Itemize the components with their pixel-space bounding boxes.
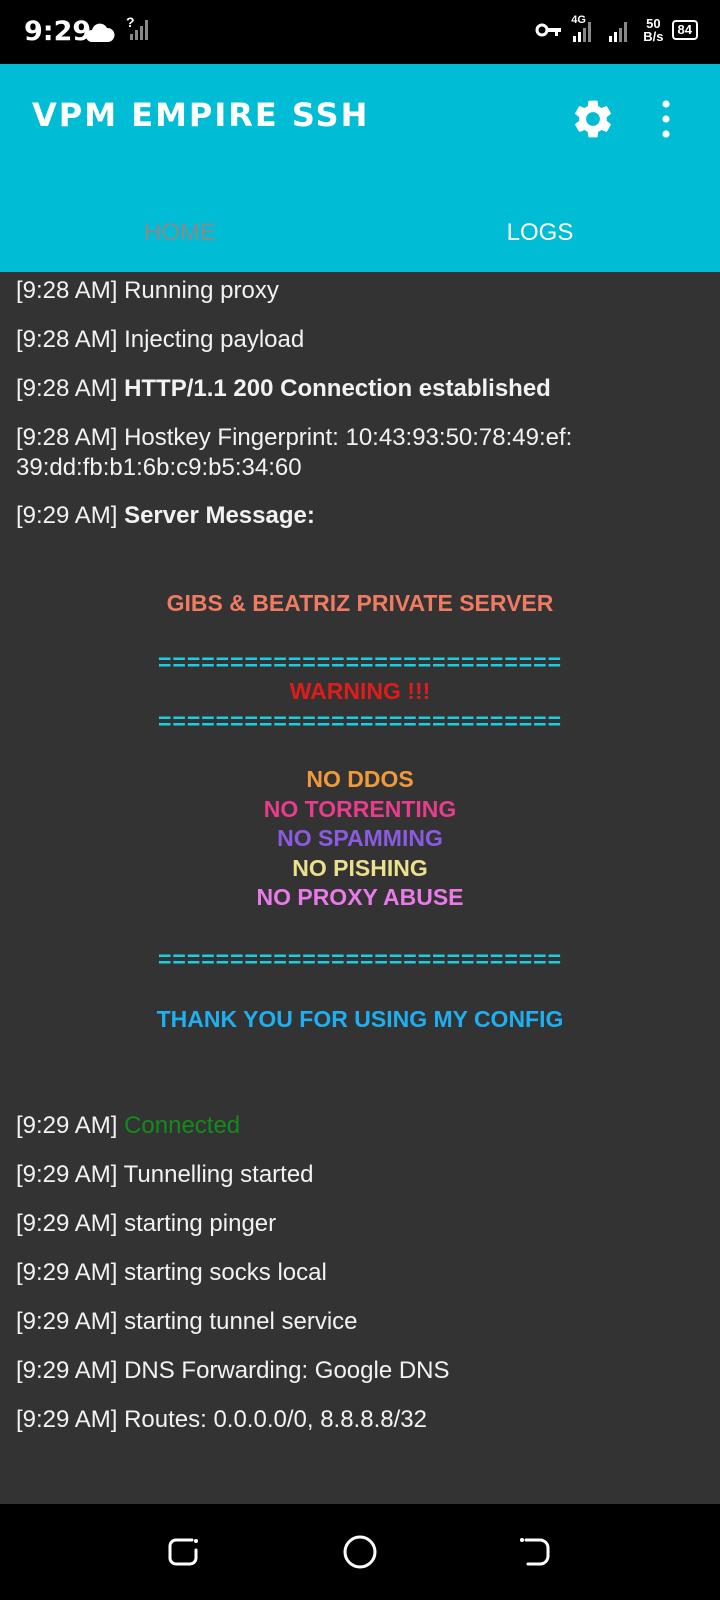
log-text: Routes: 0.0.0.0/0, 8.8.8.8/32 xyxy=(124,1406,427,1433)
overflow-menu-button[interactable] xyxy=(656,96,676,142)
log-timestamp: [9:28 AM] xyxy=(16,277,118,304)
log-text: DNS Forwarding: Google DNS xyxy=(124,1357,450,1384)
status-bar: 9:29 ? 4G 50 B/s 84 xyxy=(0,0,720,64)
rule-item: NO PROXY ABUSE xyxy=(256,884,464,910)
battery-indicator: 84 xyxy=(671,20,698,40)
log-text: Injecting payload xyxy=(124,326,305,353)
log-text: Running proxy xyxy=(124,277,279,304)
log-line: [9:29 AM] Server Message: xyxy=(16,501,706,531)
log-text-bold: HTTP/1.1 200 Connection established xyxy=(124,375,551,402)
recents-icon xyxy=(168,1538,198,1566)
gear-icon xyxy=(575,100,611,138)
home-button[interactable] xyxy=(340,1532,380,1572)
signal-icon xyxy=(609,22,628,42)
log-text: Hostkey Fingerprint: 10:43:93:50:78:49:e… xyxy=(124,424,573,451)
more-vert-icon xyxy=(662,100,670,138)
log-line: [9:28 AM] Hostkey Fingerprint: 10:43:93:… xyxy=(16,423,706,483)
thanks-text: THANK YOU FOR USING MY CONFIG xyxy=(156,1006,564,1032)
no-signal-icon: ? xyxy=(126,14,152,42)
log-timestamp: [9:28 AM] xyxy=(16,326,118,353)
tab-logs[interactable]: LOGS xyxy=(360,194,720,272)
log-timestamp: [9:29 AM] xyxy=(16,502,118,529)
log-line: [9:28 AM] HTTP/1.1 200 Connection establ… xyxy=(16,374,706,404)
cloud-icon xyxy=(86,23,115,42)
app-bar: VPM EMPIRE SSH HOME LOGS xyxy=(0,64,720,272)
rule-item: NO TORRENTING xyxy=(263,796,457,822)
status-right: 4G 50 B/s 84 xyxy=(535,14,698,44)
recents-button[interactable] xyxy=(164,1532,204,1572)
status-time: 9:29 xyxy=(24,16,92,47)
net-speed-unit: B/s xyxy=(643,29,664,44)
log-timestamp: [9:29 AM] xyxy=(16,1259,118,1286)
log-timestamp: [9:29 AM] xyxy=(16,1161,118,1188)
log-line: [9:29 AM] starting tunnel service xyxy=(16,1307,706,1337)
log-timestamp: [9:29 AM] xyxy=(16,1357,118,1384)
tab-home[interactable]: HOME xyxy=(0,194,360,272)
log-timestamp: [9:29 AM] xyxy=(16,1210,118,1237)
back-icon xyxy=(520,1538,550,1566)
log-text-continuation: 39:dd:fb:b1:6b:c9:b5:34:60 xyxy=(16,454,302,481)
settings-button[interactable] xyxy=(570,96,616,142)
net-speed: 50 B/s xyxy=(643,17,663,43)
log-text: starting socks local xyxy=(124,1259,327,1286)
log-line: [9:29 AM] DNS Forwarding: Google DNS xyxy=(16,1356,706,1386)
log-line: [9:29 AM] Tunnelling started xyxy=(16,1160,706,1190)
separator: ============================ xyxy=(157,708,563,734)
log-line: [9:29 AM] Connected xyxy=(16,1111,706,1141)
signal-4g-icon: 4G xyxy=(571,14,599,44)
log-text: Tunnelling started xyxy=(123,1161,314,1188)
log-timestamp: [9:29 AM] xyxy=(16,1112,118,1139)
connected-status: Connected xyxy=(124,1112,241,1139)
log-line: [9:29 AM] starting pinger xyxy=(16,1209,706,1239)
log-timestamp: [9:28 AM] xyxy=(16,375,118,402)
log-timestamp: [9:28 AM] xyxy=(16,424,118,451)
warning-text: WARNING !!! xyxy=(289,678,431,704)
app-title: VPM EMPIRE SSH xyxy=(32,96,370,134)
separator: ============================ xyxy=(157,649,563,675)
log-text: starting pinger xyxy=(124,1210,277,1237)
log-line: [9:29 AM] starting socks local xyxy=(16,1258,706,1288)
log-list[interactable]: [9:28 AM] Running proxy [9:28 AM] Inject… xyxy=(0,272,720,1504)
vpn-key-icon xyxy=(535,23,562,37)
battery-level: 84 xyxy=(677,22,692,37)
separator: ============================ xyxy=(157,946,563,972)
log-line: [9:29 AM] Routes: 0.0.0.0/0, 8.8.8.8/32 xyxy=(16,1405,706,1435)
log-text: starting tunnel service xyxy=(124,1308,358,1335)
back-button[interactable] xyxy=(516,1532,556,1572)
log-line: [9:28 AM] Injecting payload xyxy=(16,325,706,355)
tab-bar: HOME LOGS xyxy=(0,194,720,272)
log-timestamp: [9:29 AM] xyxy=(16,1406,118,1433)
log-text-bold: Server Message: xyxy=(124,502,315,529)
rule-item: NO SPAMMING xyxy=(277,825,443,851)
log-line: [9:28 AM] Running proxy xyxy=(16,276,706,306)
rule-item: NO DDOS xyxy=(306,766,414,792)
home-circle-icon xyxy=(343,1535,377,1569)
log-timestamp: [9:29 AM] xyxy=(16,1308,118,1335)
server-message-title: GIBS & BEATRIZ PRIVATE SERVER xyxy=(166,590,554,616)
navigation-bar xyxy=(0,1504,720,1600)
rule-item: NO PISHING xyxy=(292,855,428,881)
